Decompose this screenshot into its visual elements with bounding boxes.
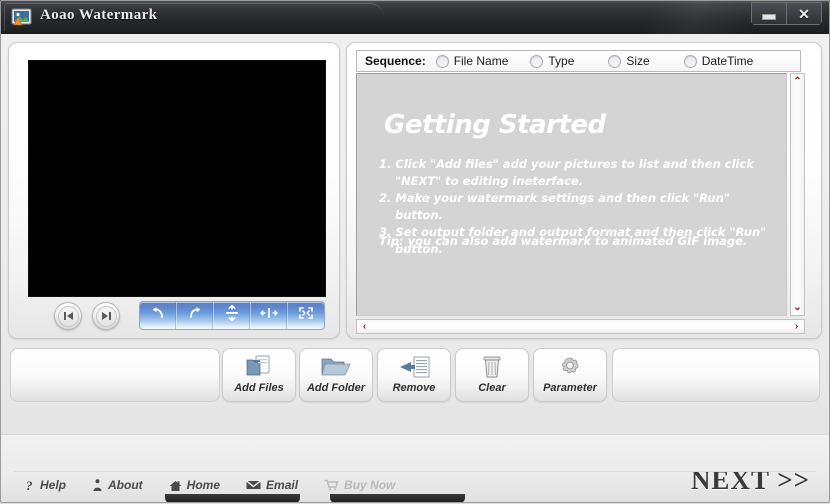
- add-folder-button[interactable]: Add Folder: [299, 348, 373, 402]
- window-foot: [165, 494, 300, 503]
- parameter-label: Parameter: [543, 382, 597, 394]
- list-horizontal-scrollbar[interactable]: ‹ ›: [356, 319, 805, 334]
- toolbar-filler-right: [612, 348, 820, 402]
- radio-icon: [608, 54, 622, 68]
- radio-icon: [683, 54, 697, 68]
- getting-started-step: 2. Make your watermark settings and then…: [379, 191, 730, 222]
- rotate-right-icon: [187, 306, 203, 325]
- close-button[interactable]: ✕: [787, 3, 821, 24]
- sequence-option-size[interactable]: Size: [608, 54, 650, 68]
- rotate-right-button[interactable]: [177, 302, 214, 329]
- radio-icon: [530, 54, 544, 68]
- window-title: Aoao Watermark: [40, 7, 158, 23]
- footer-divider: [14, 471, 816, 472]
- picture-app-icon: [11, 7, 33, 27]
- window-controls: ✕: [751, 2, 822, 25]
- add-files-button[interactable]: Add Files: [222, 348, 296, 402]
- radio-icon: [435, 54, 449, 68]
- flip-horizontal-icon: [260, 306, 278, 325]
- minimize-button[interactable]: [752, 3, 787, 24]
- footer: NEXT >> ? Help About Home Email Buy Now: [0, 434, 830, 504]
- main-toolbar: Add Files Add Folder Remove Clear Parame…: [0, 344, 830, 406]
- skip-previous-icon: [57, 305, 79, 327]
- getting-started-title: Getting Started: [384, 110, 606, 140]
- add-folder-icon: [320, 353, 352, 381]
- flip-horizontal-button[interactable]: [251, 302, 288, 329]
- remove-icon: [397, 353, 431, 381]
- image-preview-area[interactable]: [28, 60, 326, 297]
- sequence-option-label: File Name: [453, 54, 509, 68]
- image-transform-toolbar: [139, 301, 325, 330]
- remove-label: Remove: [392, 382, 436, 394]
- rotate-left-button[interactable]: [140, 302, 177, 329]
- fullscreen-icon: [298, 306, 314, 325]
- window-foot: [330, 494, 465, 503]
- previous-image-button[interactable]: [54, 302, 82, 330]
- add-files-icon: [244, 353, 274, 381]
- close-icon: ✕: [798, 5, 810, 22]
- file-list-area[interactable]: Getting Started 1. Click "Add files" add…: [356, 73, 787, 316]
- skip-next-icon: [95, 305, 117, 327]
- preview-controls: [9, 298, 341, 340]
- application-window: Aoao Watermark ✕ Sequence: File Name Typ…: [0, 0, 830, 504]
- sequence-bar: Sequence: File Name Type Size DateTime: [356, 50, 801, 72]
- toolbar-filler-left: [10, 348, 220, 402]
- preview-panel: [8, 42, 340, 339]
- clear-label: Clear: [478, 382, 506, 394]
- scroll-left-icon[interactable]: ‹: [358, 320, 371, 333]
- title-bar: Aoao Watermark ✕: [0, 0, 830, 34]
- sequence-option-label: DateTime: [701, 54, 754, 68]
- getting-started-tip: Tip: you can also add watermark to anima…: [379, 234, 748, 248]
- sequence-option-datetime[interactable]: DateTime: [683, 54, 754, 68]
- gear-icon: [557, 353, 583, 381]
- list-vertical-scrollbar[interactable]: ⌃ ⌄: [790, 73, 805, 316]
- window-body: Sequence: File Name Type Size DateTime G…: [0, 34, 830, 504]
- sequence-option-label: Size: [626, 54, 650, 68]
- rotate-left-icon: [150, 306, 166, 325]
- file-list-panel: Sequence: File Name Type Size DateTime G…: [346, 42, 822, 339]
- add-files-label: Add Files: [234, 382, 284, 394]
- minimize-icon: [762, 14, 776, 20]
- parameter-button[interactable]: Parameter: [533, 348, 607, 402]
- add-folder-label: Add Folder: [306, 382, 366, 394]
- getting-started-step: 1. Click "Add files" add your pictures t…: [379, 157, 754, 188]
- clear-button[interactable]: Clear: [455, 348, 529, 402]
- remove-button[interactable]: Remove: [377, 348, 451, 402]
- sequence-option-type[interactable]: Type: [530, 54, 574, 68]
- scroll-down-icon[interactable]: ⌄: [791, 301, 804, 314]
- clear-trash-icon: [481, 353, 503, 381]
- sequence-option-label: Type: [548, 54, 575, 68]
- scroll-up-icon[interactable]: ⌃: [791, 75, 804, 88]
- fullscreen-button[interactable]: [288, 302, 324, 329]
- next-image-button[interactable]: [92, 302, 120, 330]
- window-feet: [0, 490, 830, 504]
- flip-vertical-button[interactable]: [214, 302, 251, 329]
- flip-vertical-icon: [224, 304, 240, 326]
- sequence-option-file-name[interactable]: File Name: [435, 54, 509, 68]
- scroll-right-icon[interactable]: ›: [790, 320, 803, 333]
- sequence-label: Sequence:: [365, 54, 426, 68]
